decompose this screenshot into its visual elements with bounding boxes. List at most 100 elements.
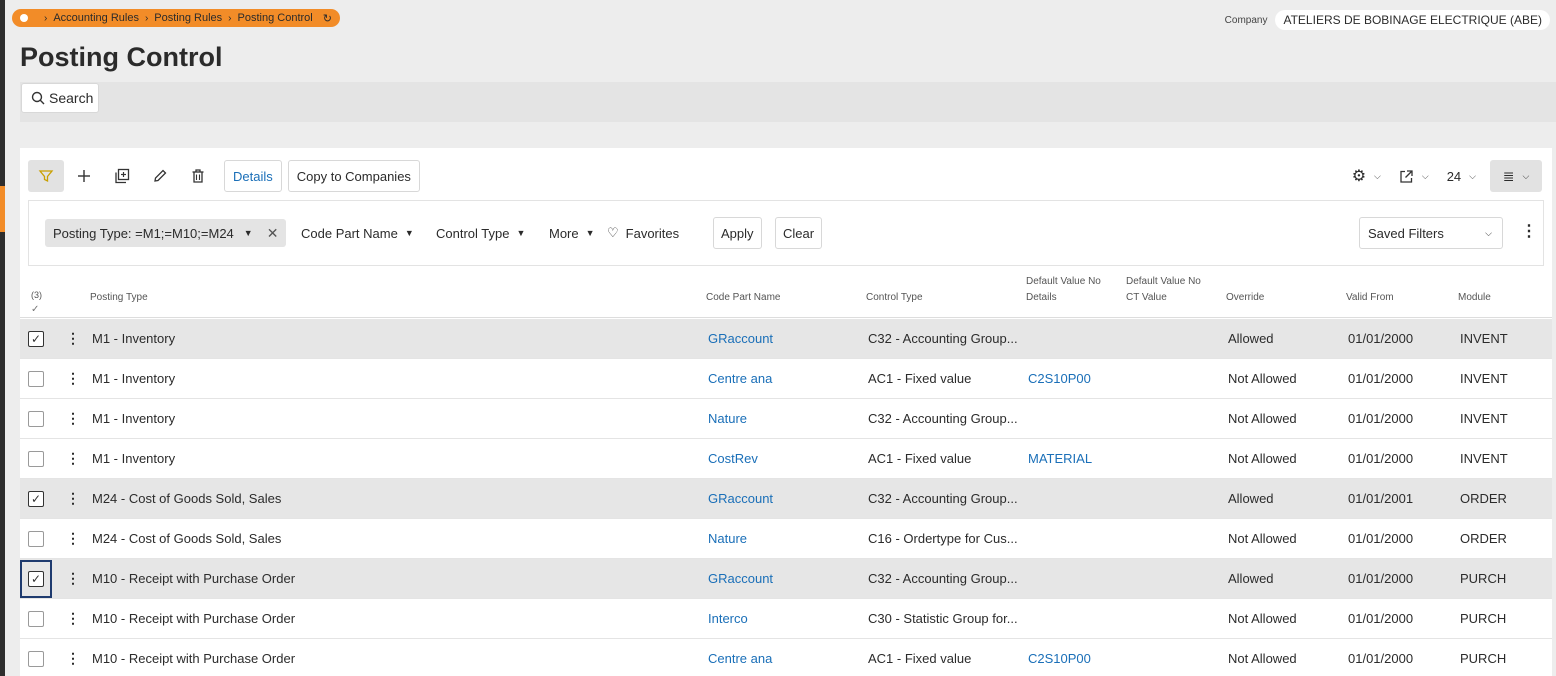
refresh-icon[interactable]: ↻	[323, 12, 332, 25]
cell-code-part-name[interactable]: GRaccount	[708, 491, 773, 506]
row-checkbox[interactable]	[28, 611, 44, 627]
row-menu-icon[interactable]: ⋮	[66, 569, 80, 587]
row-menu-icon[interactable]: ⋮	[66, 529, 80, 547]
row-menu-icon[interactable]: ⋮	[66, 369, 80, 387]
filter-icon	[38, 170, 54, 183]
table-row[interactable]: ✓ ⋮ M10 - Receipt with Purchase Order GRacc…	[20, 559, 1552, 599]
row-checkbox[interactable]	[28, 411, 44, 427]
cell-valid-from: 01/01/2000	[1348, 371, 1414, 386]
cell-control-type: AC1 - Fixed value	[868, 651, 972, 666]
cell-posting-type: M1 - Inventory	[92, 371, 176, 386]
apply-button[interactable]: Apply	[713, 217, 762, 249]
row-checkbox[interactable]: ✓	[28, 331, 44, 347]
cell-default-value-details[interactable]: MATERIAL	[1028, 451, 1092, 466]
column-default-value-no-details[interactable]: Default Value No Details	[1026, 274, 1101, 306]
table-row[interactable]: ⋮ M1 - Inventory CostRev AC1 - Fixed value M…	[20, 439, 1552, 479]
export-menu[interactable]: ⌵	[1399, 169, 1429, 184]
cell-module: PURCH	[1460, 611, 1507, 626]
row-checkbox[interactable]: ✓	[28, 491, 44, 507]
table-row[interactable]: ✓ ⋮ M1 - Inventory GRaccount C32 - Accountin…	[20, 319, 1552, 359]
cell-override: Allowed	[1228, 491, 1274, 506]
company-value[interactable]: ATELIERS DE BOBINAGE ELECTRIQUE (ABE)	[1275, 10, 1550, 30]
control-type-filter[interactable]: Control Type ▼	[436, 219, 525, 247]
row-checkbox[interactable]	[28, 531, 44, 547]
caret-down-icon: ▼	[585, 228, 595, 238]
filter-more-options-icon[interactable]: ⋮	[1521, 223, 1537, 241]
cell-posting-type: M1 - Inventory	[92, 451, 176, 466]
column-module[interactable]: Module	[1458, 290, 1491, 306]
column-posting-type[interactable]: Posting Type	[90, 290, 148, 306]
row-menu-icon[interactable]: ⋮	[66, 449, 80, 467]
column-control-type[interactable]: Control Type	[866, 290, 923, 306]
cell-code-part-name[interactable]: CostRev	[708, 451, 758, 466]
cell-code-part-name[interactable]: Centre ana	[708, 651, 772, 666]
favorites-label: Favorites	[625, 225, 680, 241]
edit-button[interactable]	[142, 160, 178, 192]
table-row[interactable]: ✓ ⋮ M24 - Cost of Goods Sold, Sales GRaccou…	[20, 479, 1552, 519]
cell-default-value-details[interactable]: C2S10P00	[1028, 651, 1091, 666]
cell-code-part-name[interactable]: GRaccount	[708, 331, 773, 346]
saved-filters-select[interactable]: Saved Filters ⌵	[1359, 217, 1503, 249]
cell-valid-from: 01/01/2000	[1348, 331, 1414, 346]
more-filters[interactable]: More ▼	[549, 219, 595, 247]
cell-control-type: C16 - Ordertype for Cus...	[868, 531, 1018, 546]
cell-posting-type: M10 - Receipt with Purchase Order	[92, 571, 296, 586]
row-checkbox[interactable]: ✓	[28, 571, 44, 587]
gear-icon: ⚙	[1351, 168, 1367, 185]
row-menu-icon[interactable]: ⋮	[66, 649, 80, 667]
home-icon[interactable]	[20, 14, 28, 22]
cell-module: INVENT	[1460, 331, 1508, 346]
clear-button[interactable]: Clear	[775, 217, 823, 249]
row-menu-icon[interactable]: ⋮	[66, 409, 80, 427]
table-row[interactable]: ⋮ M24 - Cost of Goods Sold, Sales Nature C1…	[20, 519, 1552, 559]
page-size-select[interactable]: 24 ⌵	[1447, 169, 1476, 184]
cell-code-part-name[interactable]: Interco	[708, 611, 748, 626]
cell-code-part-name[interactable]: GRaccount	[708, 571, 773, 586]
settings-menu[interactable]: ⚙ ⌵	[1352, 166, 1381, 186]
column-default-value-no-details-line2: Details	[1026, 292, 1057, 303]
close-icon[interactable]: ✕	[267, 225, 279, 242]
column-valid-from[interactable]: Valid From	[1346, 290, 1394, 306]
row-menu-icon[interactable]: ⋮	[66, 329, 80, 347]
table-row[interactable]: ⋮ M1 - Inventory Centre ana AC1 - Fixed val…	[20, 359, 1552, 399]
cell-code-part-name[interactable]: Centre ana	[708, 371, 772, 386]
favorites-filter[interactable]: ♡ Favorites	[607, 219, 679, 247]
row-checkbox[interactable]	[28, 371, 44, 387]
view-mode-toggle[interactable]: ≣ ⌵	[1490, 160, 1542, 192]
row-menu-icon[interactable]: ⋮	[66, 489, 80, 507]
cell-code-part-name[interactable]: Nature	[708, 531, 747, 546]
chevron-down-icon: ⌵	[1374, 170, 1381, 181]
cell-default-value-details[interactable]: C2S10P00	[1028, 371, 1091, 386]
table-row[interactable]: ⋮ M10 - Receipt with Purchase Order Interc…	[20, 599, 1552, 639]
cell-code-part-name[interactable]: Nature	[708, 411, 747, 426]
cell-control-type: C32 - Accounting Group...	[868, 331, 1018, 346]
code-part-name-filter[interactable]: Code Part Name ▼	[301, 219, 414, 247]
column-default-value-no-details-line1: Default Value No	[1026, 276, 1101, 287]
column-override[interactable]: Override	[1226, 290, 1264, 306]
duplicate-button[interactable]	[104, 160, 140, 192]
search-button[interactable]: Search	[21, 83, 99, 113]
cell-posting-type: M1 - Inventory	[92, 411, 176, 426]
cell-override: Allowed	[1228, 331, 1274, 346]
breadcrumb-posting-rules[interactable]: Posting Rules	[154, 12, 222, 24]
column-code-part-name[interactable]: Code Part Name	[706, 290, 780, 306]
posting-type-filter-chip[interactable]: Posting Type: =M1;=M10;=M24 ▼ ✕	[45, 219, 287, 247]
row-checkbox[interactable]	[28, 651, 44, 667]
add-button[interactable]	[66, 160, 102, 192]
chevron-right-icon: ›	[144, 12, 149, 24]
delete-button[interactable]	[180, 160, 216, 192]
copy-to-companies-button[interactable]: Copy to Companies	[287, 160, 420, 192]
table-row[interactable]: ⋮ M1 - Inventory Nature C32 - Accounting Gr…	[20, 399, 1552, 439]
row-menu-icon[interactable]: ⋮	[66, 609, 80, 627]
row-checkbox[interactable]	[28, 451, 44, 467]
page-size-value: 24	[1446, 168, 1462, 184]
select-all-checkmark-icon[interactable]: ✓	[31, 304, 39, 315]
company-label: Company	[1224, 14, 1268, 26]
caret-down-icon: ▼	[516, 228, 526, 238]
details-button[interactable]: Details	[224, 160, 282, 192]
column-default-value-no-ct-value[interactable]: Default Value No CT Value	[1126, 274, 1201, 306]
breadcrumb-accounting-rules[interactable]: Accounting Rules	[53, 12, 139, 24]
table-row[interactable]: ⋮ M10 - Receipt with Purchase Order Centre…	[20, 639, 1552, 676]
posting-type-filter-label: Posting Type: =M1;=M10;=M24	[53, 225, 234, 241]
filter-toggle-button[interactable]	[28, 160, 64, 192]
